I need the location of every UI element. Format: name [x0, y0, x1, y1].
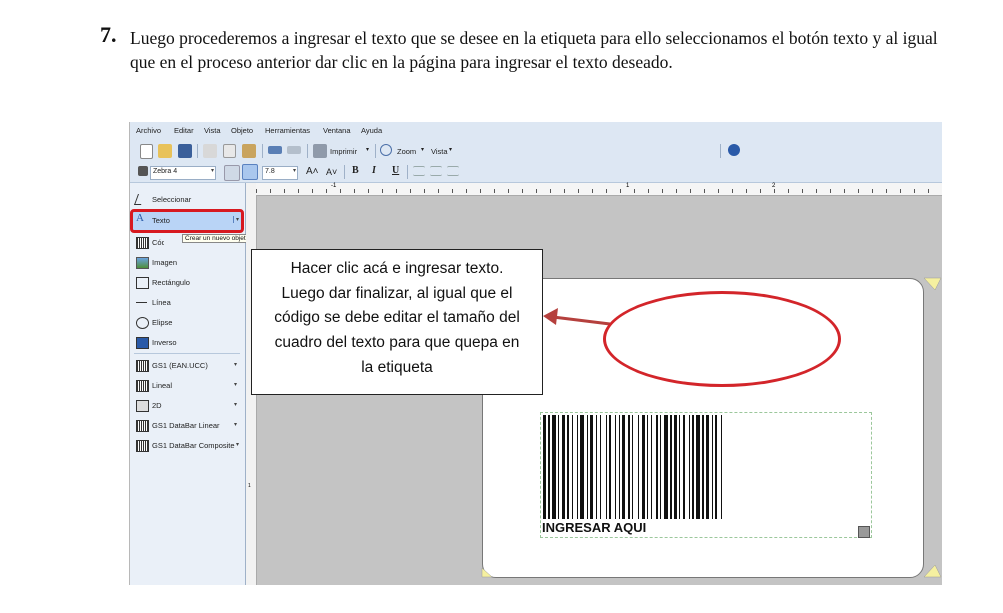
callout-line: cuadro del texto para que quepa en: [274, 334, 520, 351]
barcode-handle-icon[interactable]: [858, 526, 870, 538]
barcode-bar: [674, 415, 677, 519]
barcode-bar: [615, 415, 616, 519]
instruction-callout: Hacer clic acá e ingresar texto. Luego d…: [251, 249, 543, 395]
barcode-bar: [558, 415, 559, 519]
barcode-bar: [619, 415, 620, 519]
barcode-bar: [647, 415, 648, 519]
barcode-bar: [656, 415, 658, 519]
barcode-bar: [632, 415, 633, 519]
barcode-bar: [552, 415, 556, 519]
callout-line: código se debe editar el tamaño del: [274, 309, 520, 326]
barcode-bar: [543, 415, 546, 519]
arrow-icon: [543, 308, 558, 325]
barcode-bar: [606, 415, 607, 519]
barcode-bar: [692, 415, 694, 519]
barcode-bar: [660, 415, 661, 519]
barcode-bar: [664, 415, 668, 519]
barcode-bar: [548, 415, 550, 519]
callout-line: Luego dar finalizar, al igual que el: [281, 285, 513, 302]
barcode-bar: [642, 415, 645, 519]
barcode-bar: [622, 415, 625, 519]
callout-line: Hacer clic acá e ingresar texto.: [290, 260, 504, 277]
barcode-bar: [696, 415, 700, 519]
barcode-bar: [706, 415, 709, 519]
barcode-bar: [609, 415, 611, 519]
barcode-bar: [715, 415, 717, 519]
barcode-bar: [670, 415, 672, 519]
callout-line: la etiqueta: [361, 359, 433, 376]
barcode-bar: [702, 415, 704, 519]
highlight-ellipse: [603, 291, 841, 387]
barcode-bar: [567, 415, 569, 519]
barcode-bar: [628, 415, 630, 519]
barcode-bar: [721, 415, 722, 519]
barcode-bar: [587, 415, 588, 519]
barcode-bar: [590, 415, 593, 519]
barcode-bar: [572, 415, 573, 519]
barcode-text[interactable]: INGRESAR AQUI: [542, 520, 646, 535]
barcode-bar: [679, 415, 680, 519]
barcode-bar: [638, 415, 639, 519]
barcode-bar: [580, 415, 584, 519]
barcode-bar: [596, 415, 597, 519]
barcode-bar: [683, 415, 685, 519]
barcode-bar: [577, 415, 578, 519]
barcode-bar: [562, 415, 565, 519]
barcode-bar: [689, 415, 690, 519]
barcode-bars: [543, 415, 722, 519]
barcode-bar: [712, 415, 713, 519]
barcode-bar: [651, 415, 652, 519]
barcode-bar: [600, 415, 601, 519]
